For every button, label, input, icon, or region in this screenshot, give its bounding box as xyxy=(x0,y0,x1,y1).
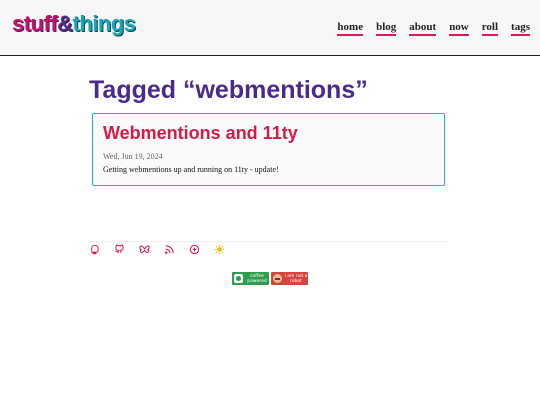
nav-roll-link[interactable]: roll xyxy=(481,21,499,36)
main-nav: home blog about now roll tags xyxy=(337,21,530,36)
coffee-icon xyxy=(234,274,243,283)
sun-icon[interactable] xyxy=(214,244,225,255)
github-icon[interactable] xyxy=(114,244,125,255)
post-date: Wed, Jun 19, 2024 xyxy=(103,152,163,161)
footer-badges: coffee powered i am not a robot xyxy=(232,272,308,285)
coffee-powered-badge[interactable]: coffee powered xyxy=(232,272,269,285)
mastodon-icon[interactable] xyxy=(89,244,100,255)
nav-home-link[interactable]: home xyxy=(337,21,364,36)
logo-part-things: things xyxy=(72,11,137,36)
footer-social-icons xyxy=(89,244,225,255)
site-header: stuff&things home blog about now roll ta… xyxy=(0,0,540,56)
logo-part-ampersand: & xyxy=(57,11,73,36)
face-icon xyxy=(273,274,282,283)
nav-about-link[interactable]: about xyxy=(409,21,437,36)
bluesky-icon[interactable] xyxy=(139,244,150,255)
page-title: Tagged “webmentions” xyxy=(89,76,368,104)
post-title-link[interactable]: Webmentions and 11ty xyxy=(103,123,298,144)
not-a-robot-badge[interactable]: i am not a robot xyxy=(271,272,308,285)
post-description: Getting webmentions up and running on 11… xyxy=(103,165,279,174)
post-card: Webmentions and 11ty Wed, Jun 19, 2024 G… xyxy=(92,113,445,186)
logo-part-stuff: stuff xyxy=(12,11,58,36)
nav-blog-link[interactable]: blog xyxy=(376,21,397,36)
nav-tags-link[interactable]: tags xyxy=(511,21,530,36)
plus-circle-icon[interactable] xyxy=(189,244,200,255)
robot-badge-text: i am not a robot xyxy=(284,273,308,284)
coffee-badge-text: coffee powered xyxy=(247,273,267,284)
rss-icon[interactable] xyxy=(164,244,175,255)
site-logo[interactable]: stuff&things xyxy=(12,11,136,37)
footer-divider xyxy=(89,241,448,242)
nav-now-link[interactable]: now xyxy=(449,21,469,36)
